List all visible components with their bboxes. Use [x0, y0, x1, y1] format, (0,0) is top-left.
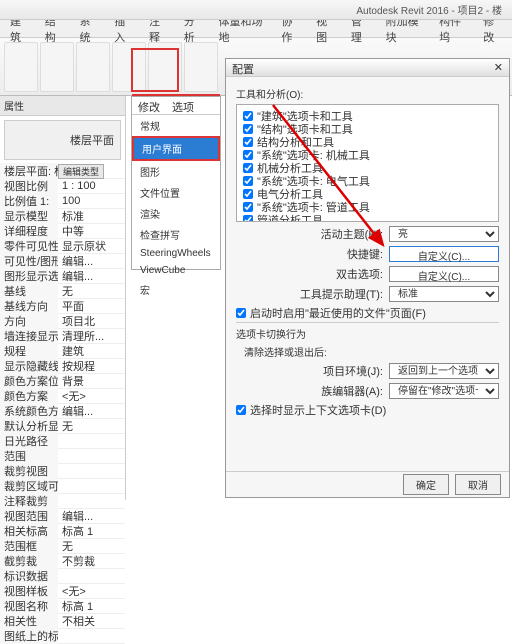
close-icon[interactable]: ✕ [494, 61, 503, 74]
options-dialog: 配置 ✕ 工具和分析(O): "建筑"选项卡和工具"结构"选项卡和工具结构分析和… [225, 58, 510, 498]
ribbon-button[interactable] [40, 42, 74, 92]
options-menu: 修改 选项 常规用户界面图形文件位置渲染检查拼写SteeringWheelsVi… [131, 96, 221, 270]
property-row[interactable]: 颜色方案<无> [0, 389, 125, 404]
property-row[interactable]: 可见性/图形替换编辑... [0, 254, 125, 269]
menu-item[interactable]: ViewCube [132, 262, 220, 279]
menu-item[interactable]: 图形 [132, 161, 220, 182]
property-row[interactable]: 视图名称标高 1 [0, 599, 125, 614]
property-row[interactable]: 图纸上的标题 [0, 629, 125, 644]
menu-item[interactable]: 宏 [132, 279, 220, 300]
property-row[interactable]: 默认分析显示样式无 [0, 419, 125, 434]
ribbon-tabs: 建筑结构系统插入注释分析体量和场地协作视图管理附加模块构件坞修改 [0, 20, 512, 38]
menu-item[interactable]: 用户界面 [132, 136, 220, 161]
property-row[interactable]: 系统颜色方案编辑... [0, 404, 125, 419]
ribbon-button[interactable] [4, 42, 38, 92]
property-row[interactable]: 显示隐藏线按规程 [0, 359, 125, 374]
ribbon-button[interactable] [184, 42, 218, 92]
cancel-button[interactable]: 取消 [455, 474, 501, 495]
property-row[interactable]: 零件可见性显示原状 [0, 239, 125, 254]
property-row[interactable]: 视图范围编辑... [0, 509, 125, 524]
tools-checklist: "建筑"选项卡和工具"结构"选项卡和工具结构分析和工具"系统"选项卡: 机械工具… [236, 104, 499, 222]
shortcut-button[interactable]: 自定义(C)... [389, 246, 499, 262]
property-row[interactable]: 裁剪视图 [0, 464, 125, 479]
property-row[interactable]: 图形显示选项编辑... [0, 269, 125, 284]
property-row[interactable]: 标识数据 [0, 569, 125, 584]
fam-editor-select[interactable]: 停留在"修改"选项卡 [389, 383, 499, 399]
property-row[interactable]: 颜色方案位置背景 [0, 374, 125, 389]
tab-section-label: 选项卡切换行为 [236, 326, 499, 341]
property-row[interactable]: 视图样板<无> [0, 584, 125, 599]
panel-header: 属性 [0, 96, 125, 116]
property-row[interactable]: 视图比例1 : 100 [0, 179, 125, 194]
property-row[interactable]: 显示模型标准 [0, 209, 125, 224]
menu-item[interactable]: 渲染 [132, 203, 220, 224]
dialog-title: 配置 ✕ [226, 59, 509, 77]
property-row[interactable]: 相关性不相关 [0, 614, 125, 629]
property-row[interactable]: 范围框无 [0, 539, 125, 554]
property-row[interactable]: 相关标高标高 1 [0, 524, 125, 539]
ribbon-button[interactable] [76, 42, 110, 92]
menu-item[interactable]: SteeringWheels [132, 245, 220, 262]
menu-item[interactable]: 检查拼写 [132, 224, 220, 245]
property-row[interactable]: 基线方向平面 [0, 299, 125, 314]
context-check[interactable] [236, 405, 246, 415]
tools-label: 工具和分析(O): [236, 86, 499, 101]
property-row[interactable]: 裁剪区域可见 [0, 479, 125, 494]
tab-modify[interactable]: 修改 [132, 97, 166, 114]
app-title: Autodesk Revit 2016 - 项目2 - 楼 [356, 2, 502, 17]
properties-panel: 属性 楼层平面 楼层平面: 标高 1 编辑类型 视图比例1 : 100比例值 1… [0, 96, 126, 500]
property-row[interactable]: 规程建筑 [0, 344, 125, 359]
type-selector[interactable]: 楼层平面: 标高 1 编辑类型 [0, 164, 125, 179]
dialog-footer: 确定 取消 [226, 471, 509, 497]
edit-type-button[interactable]: 编辑类型 [58, 164, 104, 179]
property-row[interactable]: 方向项目北 [0, 314, 125, 329]
dblclick-button[interactable]: 自定义(C)... [389, 266, 499, 282]
property-row[interactable]: 比例值 1:100 [0, 194, 125, 209]
dialog-body: 工具和分析(O): "建筑"选项卡和工具"结构"选项卡和工具结构分析和工具"系统… [226, 77, 509, 471]
proj-env-select[interactable]: 返回到上一个选项卡 [389, 363, 499, 379]
recent-check[interactable] [236, 308, 246, 318]
property-row[interactable]: 范围 [0, 449, 125, 464]
menu-item[interactable]: 文件位置 [132, 182, 220, 203]
view-thumb[interactable]: 楼层平面 [4, 120, 121, 160]
menu-item[interactable]: 常规 [132, 115, 220, 136]
property-row[interactable]: 基线无 [0, 284, 125, 299]
property-row[interactable]: 注释裁剪 [0, 494, 125, 509]
ribbon-button[interactable] [148, 42, 182, 92]
theme-select[interactable]: 亮 [389, 226, 499, 242]
property-row[interactable]: 截剪裁不剪裁 [0, 554, 125, 569]
title-bar: Autodesk Revit 2016 - 项目2 - 楼 [0, 0, 512, 20]
ribbon-button[interactable] [112, 42, 146, 92]
tab-options[interactable]: 选项 [166, 97, 200, 114]
property-row[interactable]: 墙连接显示清理所... [0, 329, 125, 344]
tooltip-select[interactable]: 标准 [389, 286, 499, 302]
property-row[interactable]: 详细程度中等 [0, 224, 125, 239]
menu-tabs: 修改 选项 [132, 97, 220, 115]
ok-button[interactable]: 确定 [403, 474, 449, 495]
property-row[interactable]: 日光路径 [0, 434, 125, 449]
